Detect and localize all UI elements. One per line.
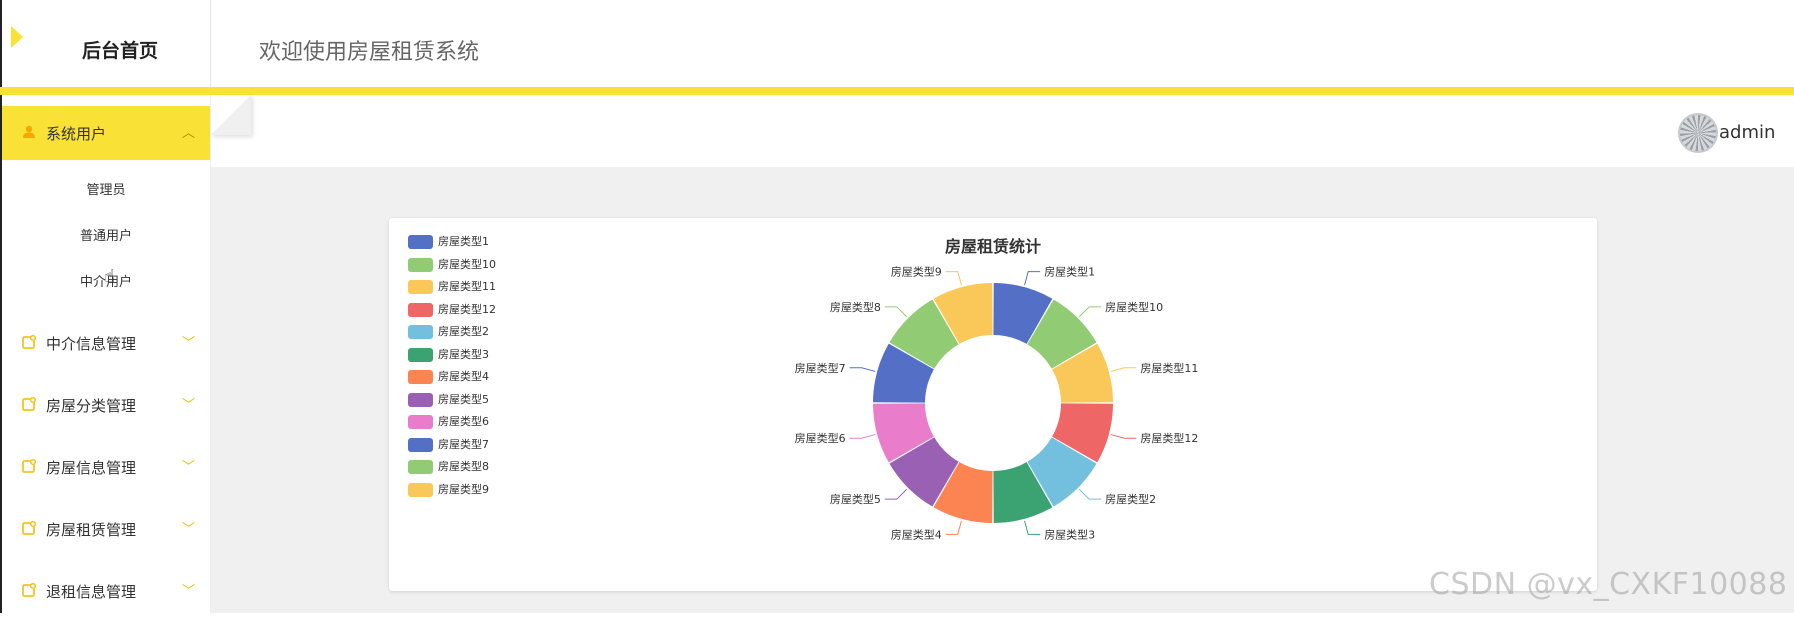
sidebar-item-house-category[interactable]: 房屋分类管理 ﹀ (2, 378, 210, 432)
chevron-down-icon: ﹀ (182, 460, 196, 475)
slice-label: 房屋类型4 (891, 527, 942, 541)
chart-card: 房屋租赁统计 房屋类型1 房屋类型10 房屋类型11 房屋类型12 房屋类型2 房屋类型3… (389, 218, 1597, 591)
sidebar-item-agent-info[interactable]: 中介信息管理 ﹀ (2, 316, 210, 370)
slice-label: 房屋类型1 (1044, 265, 1095, 279)
collapse-triangle-icon[interactable] (11, 26, 23, 48)
slice-label: 房屋类型3 (1044, 527, 1095, 541)
chevron-down-icon: ﹀ (182, 398, 196, 413)
chevron-up-icon: ︿ (182, 126, 196, 141)
label-leader-line (1024, 271, 1041, 286)
sidebar-item-label: 房屋分类管理 (46, 397, 137, 415)
label-leader-line (849, 367, 876, 372)
slice-label: 房屋类型5 (830, 492, 881, 506)
sidebar-item-rental-manage[interactable]: 房屋租赁管理 ﹀ (2, 502, 210, 556)
sidebar-item-system-users[interactable]: 系统用户 ︿ (2, 106, 210, 160)
sidebar-item-label: 房屋租赁管理 (46, 521, 137, 539)
donut-chart: 房屋类型1 房屋类型10 房屋类型11 房屋类型12 房屋类型2 房屋类型3 房屋类型4 房屋… (795, 265, 1199, 542)
sidebar-item-house-info[interactable]: 房屋信息管理 ﹀ (2, 440, 210, 494)
label-leader-line (884, 306, 908, 318)
edit-box-icon (22, 459, 36, 473)
hand-cursor-icon: ☝ (104, 266, 115, 287)
avatar[interactable] (1678, 113, 1718, 153)
page-fold-corner (211, 95, 251, 135)
submenu-item-admin[interactable]: 管理员 (2, 168, 210, 214)
submenu-item-normal-users[interactable]: 普通用户 (2, 214, 210, 260)
label-leader-line (884, 488, 908, 500)
label-leader-line (1110, 367, 1137, 372)
label-leader-line (849, 434, 876, 439)
edit-box-icon (22, 521, 36, 535)
sidebar-item-label: 房屋信息管理 (46, 459, 137, 477)
slice-label: 房屋类型11 (1140, 361, 1198, 375)
chevron-down-icon: ﹀ (182, 336, 196, 351)
sidebar-item-label: 中介信息管理 (46, 335, 137, 353)
username[interactable]: admin (1719, 122, 1775, 143)
welcome-title: 欢迎使用房屋租赁系统 (259, 40, 480, 65)
chevron-down-icon: ﹀ (182, 584, 196, 599)
brand-title[interactable]: 后台首页 (82, 36, 158, 63)
slice-label: 房屋类型2 (1105, 492, 1156, 506)
brand-header: 后台首页 (2, 0, 211, 88)
sidebar-item-label: 系统用户 (46, 125, 107, 143)
sidebar-item-checkout-info[interactable]: 退租信息管理 ﹀ (2, 564, 210, 618)
sidebar: 系统用户 ︿ 管理员 普通用户 中介用户 中介信息管理 ﹀ 房屋分类管理 ﹀ 房… (2, 95, 211, 613)
user-icon (23, 125, 35, 138)
accent-bar (0, 87, 1794, 95)
slice-label: 房屋类型12 (1140, 431, 1198, 445)
slice-label: 房屋类型6 (795, 431, 846, 445)
label-leader-line (1078, 488, 1102, 500)
label-leader-line (945, 520, 962, 535)
slice-label: 房屋类型8 (830, 300, 881, 314)
slice-label: 房屋类型10 (1105, 300, 1163, 314)
label-leader-line (1078, 306, 1102, 318)
slice-label: 房屋类型9 (891, 265, 942, 279)
edit-box-icon (22, 335, 36, 349)
edit-box-icon (22, 583, 36, 597)
edit-box-icon (22, 397, 36, 411)
breadcrumb-bar (211, 95, 1794, 167)
label-leader-line (1110, 434, 1137, 439)
sidebar-item-label: 退租信息管理 (46, 583, 137, 601)
watermark: CSDN @vx_CXKF10088 (1429, 567, 1788, 602)
top-header: 欢迎使用房屋租赁系统 (211, 0, 1794, 88)
label-leader-line (945, 271, 962, 286)
slice-label: 房屋类型7 (795, 361, 846, 375)
label-leader-line (1024, 520, 1041, 535)
chevron-down-icon: ﹀ (182, 522, 196, 537)
